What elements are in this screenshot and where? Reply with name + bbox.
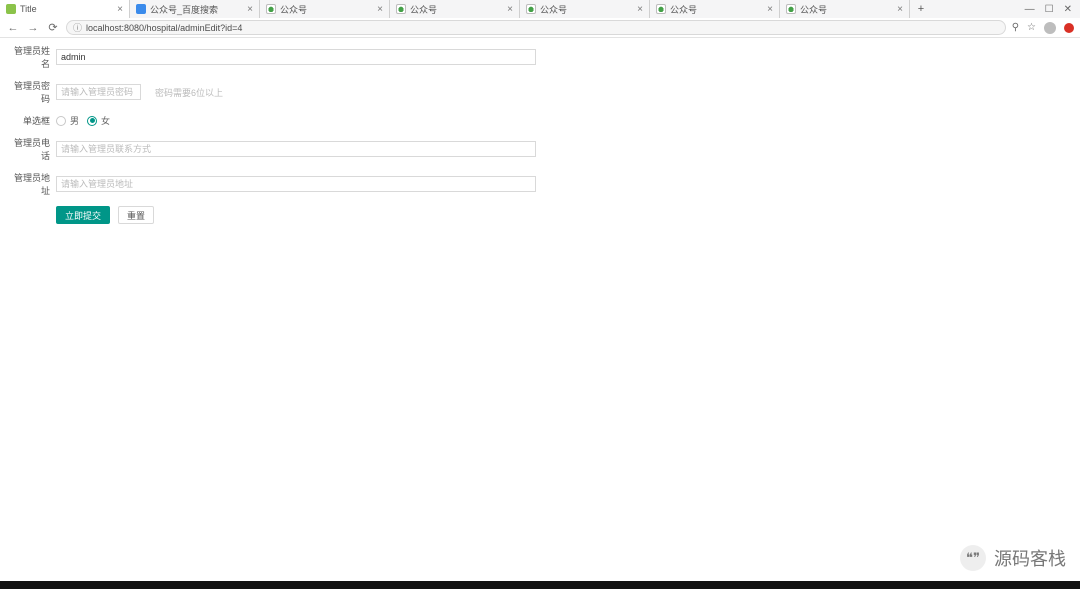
page-content: 管理员姓名 管理员密码 密码需要6位以上 单选框 男 女 管理员电话 管理员地址 [0,38,1080,581]
favicon-icon [656,4,666,14]
submit-button[interactable]: 立即提交 [56,206,110,224]
row-actions: 立即提交 重置 [10,206,1070,224]
wechat-icon: ❝❞ [960,545,986,571]
label-name: 管理员姓名 [10,44,50,70]
address-field[interactable] [56,176,536,192]
row-gender: 单选框 男 女 [10,114,1070,127]
favicon-icon [6,4,16,14]
tab[interactable]: 公众号 × [520,0,650,18]
tab-title: 公众号_百度搜索 [150,3,243,16]
favicon-icon [266,4,276,14]
tab[interactable]: Title × [0,0,130,18]
close-icon[interactable]: × [247,4,253,15]
nav-bar: ← → ⟳ ⓘ localhost:8080/hospital/adminEdi… [0,18,1080,38]
watermark: ❝❞ 源码客栈 [960,545,1066,571]
row-name: 管理员姓名 [10,44,1070,70]
radio-option[interactable]: 男 [56,114,79,127]
favicon-icon [136,4,146,14]
tab-title: 公众号 [800,3,893,16]
radio-icon [56,116,66,126]
row-phone: 管理员电话 [10,136,1070,162]
phone-field[interactable] [56,141,536,157]
tab[interactable]: 公众号 × [650,0,780,18]
window-minimize[interactable]: — [1025,4,1035,15]
info-icon: ⓘ [73,21,82,34]
name-field[interactable] [56,49,536,65]
window-close[interactable]: ✕ [1064,4,1072,15]
label-phone: 管理员电话 [10,136,50,162]
watermark-text: 源码客栈 [994,545,1066,571]
new-tab-button[interactable]: + [910,3,932,15]
label-password: 管理员密码 [10,79,50,105]
admin-edit-form: 管理员姓名 管理员密码 密码需要6位以上 单选框 男 女 管理员电话 管理员地址 [10,44,1070,224]
nav-reload-icon[interactable]: ⟳ [46,21,60,34]
window-controls: — ☐ ✕ [1017,4,1080,15]
radio-label: 女 [101,114,110,127]
tab-title: 公众号 [670,3,763,16]
row-password: 管理员密码 密码需要6位以上 [10,79,1070,105]
tab-title: 公众号 [280,3,373,16]
radio-option[interactable]: 女 [87,114,110,127]
url-text: localhost:8080/hospital/adminEdit?id=4 [86,23,242,33]
tab-title: 公众号 [540,3,633,16]
row-address: 管理员地址 [10,171,1070,197]
star-icon[interactable]: ☆ [1027,22,1036,33]
extension-icon[interactable] [1064,23,1074,33]
tab[interactable]: 公众号 × [390,0,520,18]
tab[interactable]: 公众号_百度搜索 × [130,0,260,18]
close-icon[interactable]: × [377,4,383,15]
browser-chrome: Title × 公众号_百度搜索 × 公众号 × 公众号 × 公众号 × 公众号 × 公众号 × + — ☐… [0,0,1080,38]
favicon-icon [396,4,406,14]
search-icon[interactable]: ⚲ [1012,22,1019,33]
password-field[interactable] [56,84,141,100]
close-icon[interactable]: × [767,4,773,15]
tab-bar: Title × 公众号_百度搜索 × 公众号 × 公众号 × 公众号 × 公众号 × 公众号 × + — ☐… [0,0,1080,18]
password-hint: 密码需要6位以上 [155,86,223,99]
label-gender: 单选框 [10,114,50,127]
address-bar[interactable]: ⓘ localhost:8080/hospital/adminEdit?id=4 [66,20,1006,35]
tab[interactable]: 公众号 × [780,0,910,18]
nav-forward-icon[interactable]: → [26,22,40,34]
close-icon[interactable]: × [637,4,643,15]
close-icon[interactable]: × [117,4,123,15]
tab[interactable]: 公众号 × [260,0,390,18]
radio-label: 男 [70,114,79,127]
tab-title: Title [20,4,113,14]
close-icon[interactable]: × [897,4,903,15]
tab-title: 公众号 [410,3,503,16]
favicon-icon [786,4,796,14]
radio-icon [87,116,97,126]
label-address: 管理员地址 [10,171,50,197]
window-maximize[interactable]: ☐ [1045,4,1054,15]
close-icon[interactable]: × [507,4,513,15]
favicon-icon [526,4,536,14]
profile-avatar-icon[interactable] [1044,22,1056,34]
nav-back-icon[interactable]: ← [6,22,20,34]
taskbar [0,581,1080,589]
reset-button[interactable]: 重置 [118,206,154,224]
